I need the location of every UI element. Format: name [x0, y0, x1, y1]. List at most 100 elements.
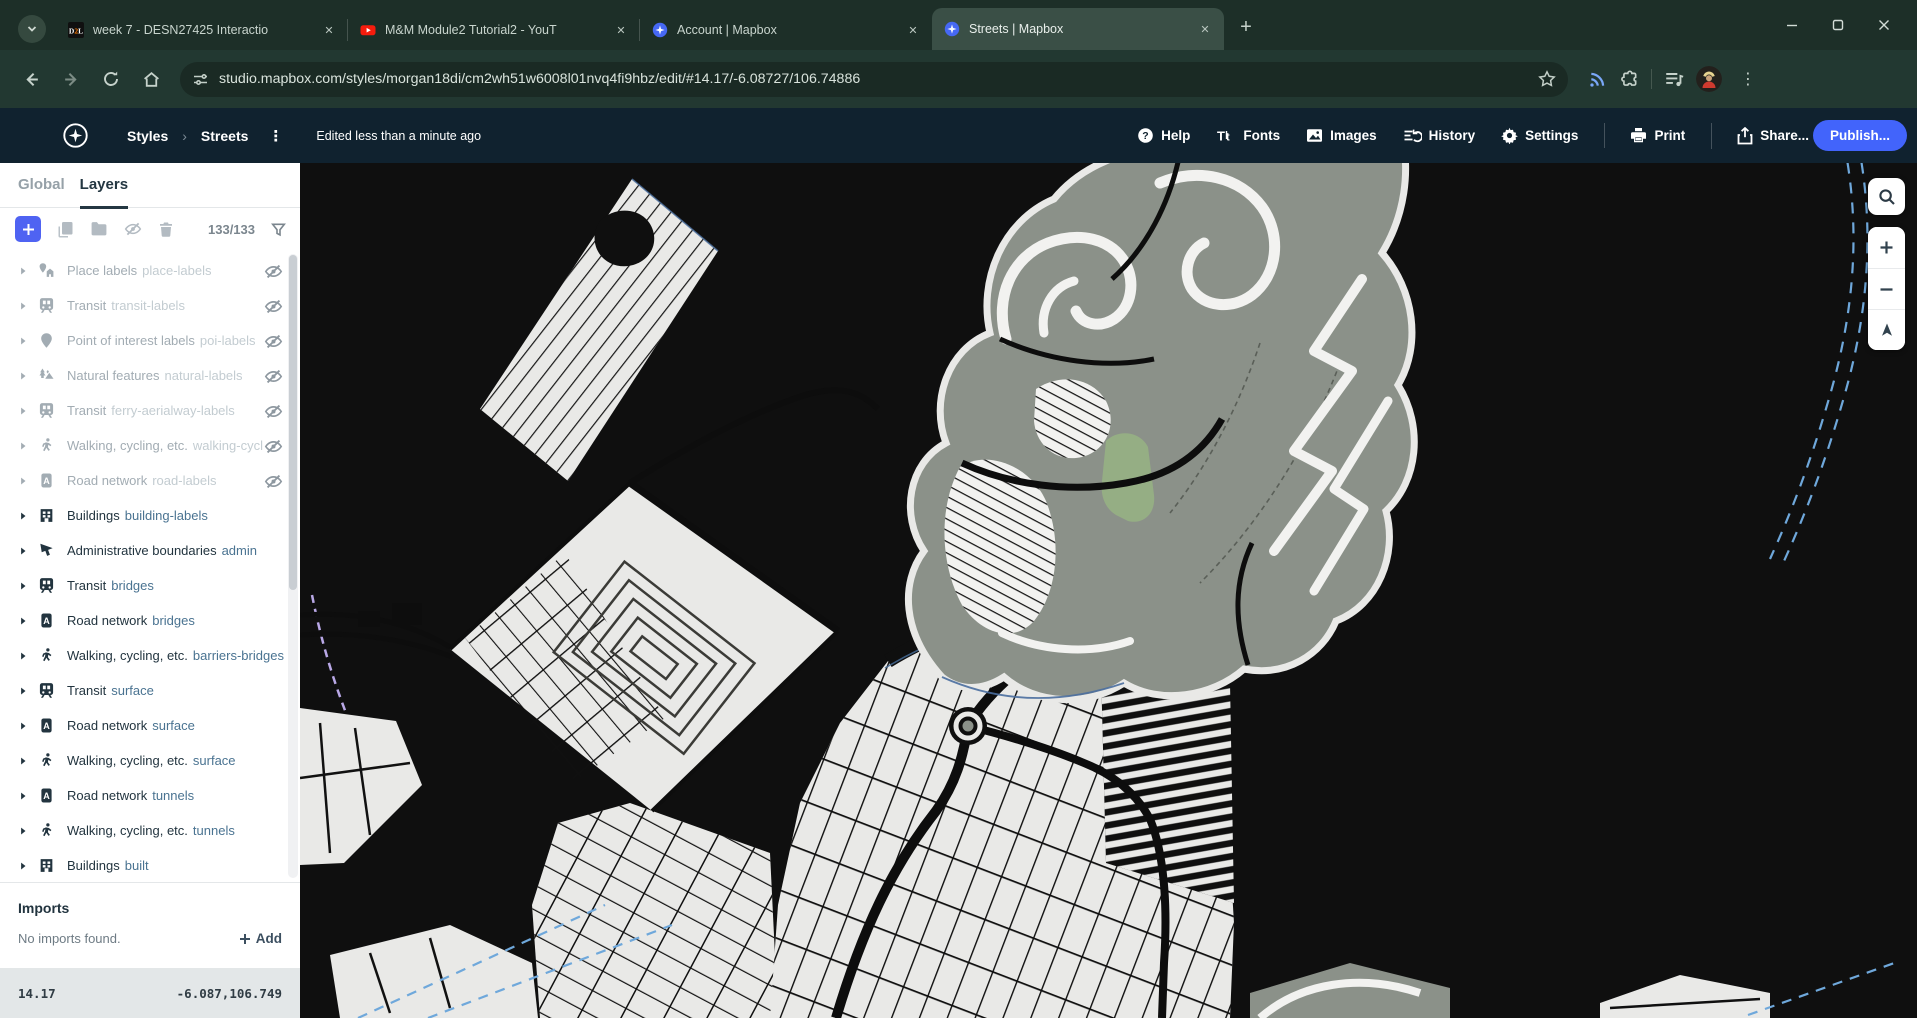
toolbar-action[interactable]: History [1403, 127, 1476, 144]
layer-row[interactable]: Walking, cycling, etc. barriers-bridges [0, 638, 300, 673]
tab-close-icon[interactable]: ✕ [320, 21, 338, 39]
layer-type-icon [38, 612, 55, 629]
expand-caret-icon[interactable] [18, 686, 28, 696]
tab-global[interactable]: Global [18, 176, 65, 207]
tab-search-button[interactable] [18, 15, 46, 43]
map-search-button[interactable] [1868, 178, 1905, 215]
profile-avatar[interactable] [1696, 66, 1722, 92]
eye-off-icon[interactable] [263, 261, 284, 282]
tab-close-icon[interactable]: ✕ [1196, 20, 1214, 38]
expand-caret-icon[interactable] [18, 441, 28, 451]
toolbar-action[interactable]: Share... [1711, 127, 1809, 145]
layer-row[interactable]: Transit surface [0, 673, 300, 708]
layer-row[interactable]: Buildings built [0, 848, 300, 882]
expand-caret-icon[interactable] [18, 616, 28, 626]
breadcrumb-style-name[interactable]: Streets [201, 128, 248, 144]
forward-button[interactable] [54, 62, 88, 96]
add-layer-button[interactable] [15, 216, 41, 242]
toolbar-action[interactable]: Images [1306, 127, 1377, 144]
expand-caret-icon[interactable] [18, 581, 28, 591]
expand-caret-icon[interactable] [18, 826, 28, 836]
layer-row[interactable]: Place labels place-labels [0, 253, 300, 288]
window-minimize-icon[interactable] [1769, 0, 1815, 50]
layer-actions-toolbar: 133/133 [0, 208, 300, 250]
layer-row[interactable]: Road network surface [0, 708, 300, 743]
publish-button[interactable]: Publish... [1813, 120, 1907, 151]
expand-caret-icon[interactable] [18, 371, 28, 381]
layer-id: place-labels [142, 263, 211, 278]
extensions-puzzle-icon[interactable] [1620, 70, 1639, 89]
filter-funnel-icon[interactable] [271, 222, 286, 237]
tab-close-icon[interactable]: ✕ [612, 21, 630, 39]
eye-off-icon[interactable] [263, 366, 284, 387]
tab-layers[interactable]: Layers [80, 176, 128, 209]
browser-tab[interactable]: M&M Module2 Tutorial2 - YouT ✕ [348, 10, 640, 50]
browser-menu-kebab-icon[interactable]: ⋮ [1734, 69, 1762, 89]
home-button[interactable] [134, 62, 168, 96]
sidebar-scrollbar-thumb[interactable] [289, 255, 297, 590]
layer-row[interactable]: Point of interest labels poi-labels [0, 323, 300, 358]
new-tab-button[interactable]: + [1232, 14, 1260, 42]
layer-row[interactable]: Road network road-labels [0, 463, 300, 498]
tab-close-icon[interactable]: ✕ [904, 21, 922, 39]
layer-row[interactable]: Natural features natural-labels [0, 358, 300, 393]
toolbar-action[interactable]: Tt Fonts [1216, 128, 1280, 144]
eye-off-icon[interactable] [263, 471, 284, 492]
back-button[interactable] [14, 62, 48, 96]
toolbar-action[interactable]: Settings [1501, 127, 1578, 144]
expand-caret-icon[interactable] [18, 861, 28, 871]
expand-caret-icon[interactable] [18, 476, 28, 486]
layer-row[interactable]: Transit ferry-aerialway-labels [0, 393, 300, 428]
toolbar-action[interactable]: Print [1604, 127, 1685, 144]
layer-row[interactable]: Buildings building-labels [0, 498, 300, 533]
layer-row[interactable]: Road network tunnels [0, 778, 300, 813]
expand-caret-icon[interactable] [18, 546, 28, 556]
layer-row[interactable]: Walking, cycling, etc. surface [0, 743, 300, 778]
group-folder-icon[interactable] [90, 220, 108, 238]
breadcrumb-styles-link[interactable]: Styles [127, 128, 168, 144]
compass-reset-north-button[interactable] [1868, 309, 1905, 350]
layer-row[interactable]: Transit bridges [0, 568, 300, 603]
browser-tab[interactable]: week 7 - DESN27425 Interactio ✕ [56, 10, 348, 50]
window-maximize-icon[interactable] [1815, 0, 1861, 50]
add-import-button[interactable]: Add [239, 931, 282, 946]
mapbox-logo-icon[interactable] [62, 122, 89, 149]
eye-off-icon[interactable] [263, 296, 284, 317]
media-playlist-icon[interactable] [1664, 69, 1684, 89]
expand-caret-icon[interactable] [18, 651, 28, 661]
eye-off-icon[interactable] [263, 331, 284, 352]
hide-layer-eye-off-icon[interactable] [124, 220, 142, 238]
map-canvas[interactable] [300, 163, 1917, 1018]
eye-off-icon[interactable] [263, 401, 284, 422]
expand-caret-icon[interactable] [18, 511, 28, 521]
layer-row[interactable]: Transit transit-labels [0, 288, 300, 323]
browser-tab[interactable]: Account | Mapbox ✕ [640, 10, 932, 50]
toolbar-action-label: Share... [1760, 128, 1809, 143]
expand-caret-icon[interactable] [18, 721, 28, 731]
layer-row[interactable]: Walking, cycling, etc. tunnels [0, 813, 300, 848]
layer-row[interactable]: Road network bridges [0, 603, 300, 638]
site-info-icon[interactable] [192, 71, 209, 88]
expand-caret-icon[interactable] [18, 336, 28, 346]
delete-layer-trash-icon[interactable] [158, 221, 174, 237]
style-options-kebab-icon[interactable]: ⋮ [262, 127, 290, 145]
expand-caret-icon[interactable] [18, 266, 28, 276]
zoom-out-button[interactable] [1868, 268, 1905, 309]
reading-mode-icon[interactable] [1588, 69, 1608, 89]
layer-name: Walking, cycling, etc. [67, 823, 188, 838]
duplicate-layer-icon[interactable] [57, 221, 74, 238]
reload-button[interactable] [94, 62, 128, 96]
eye-off-icon[interactable] [263, 436, 284, 457]
zoom-in-button[interactable] [1868, 227, 1905, 268]
bookmark-star-icon[interactable] [1538, 70, 1556, 88]
expand-caret-icon[interactable] [18, 301, 28, 311]
layer-row[interactable]: Administrative boundaries admin [0, 533, 300, 568]
browser-tab[interactable]: Streets | Mapbox ✕ [932, 8, 1224, 50]
expand-caret-icon[interactable] [18, 756, 28, 766]
window-close-icon[interactable] [1861, 0, 1907, 50]
expand-caret-icon[interactable] [18, 791, 28, 801]
address-bar[interactable]: studio.mapbox.com/styles/morgan18di/cm2w… [180, 62, 1568, 97]
layer-row[interactable]: Walking, cycling, etc. walking-cycli [0, 428, 300, 463]
toolbar-action[interactable]: ? Help [1137, 127, 1190, 144]
expand-caret-icon[interactable] [18, 406, 28, 416]
